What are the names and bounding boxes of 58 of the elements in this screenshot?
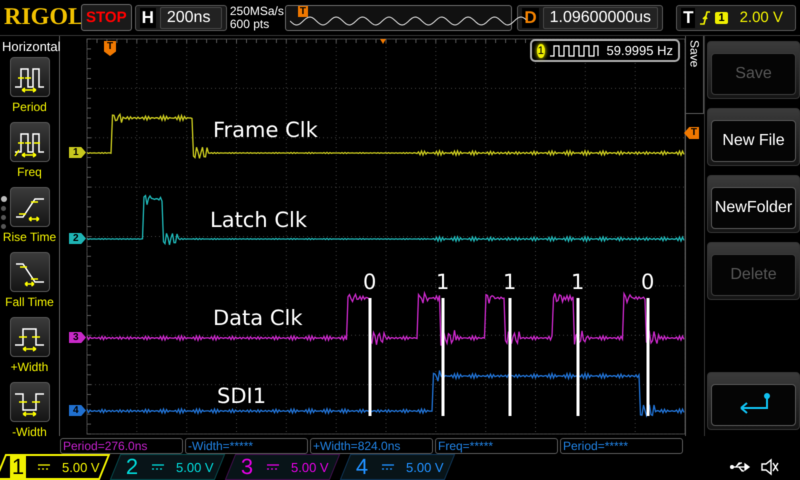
channel-scale: 5.00 V [62,460,100,474]
measurement-readout: -Width=***** [185,438,308,454]
channel-tab[interactable]: 2 5.00 V [110,454,226,480]
delay-label: D [522,8,539,28]
trace-label: Data Clk [213,306,302,330]
measure-label: Fall Time [5,295,54,309]
delay-value: 1.09600000us [542,6,658,28]
bit-value: 0 [641,270,654,294]
trigger-level-marker: T [684,127,699,139]
trace-label: Frame Clk [213,118,318,142]
measure-label: Period [12,100,47,114]
channel-tab[interactable]: 4 5.00 V [340,454,456,480]
channel-marker[interactable]: 4 [69,405,86,416]
bit-value: 0 [363,270,376,294]
bit-value: 1 [436,270,450,294]
bit-value: 1 [503,270,516,294]
measurement-readout: Period=***** [560,438,683,454]
trace-label: SDI1 [217,384,266,408]
trace-label: Latch Clk [210,208,307,232]
measurement-readout: +Width=824.0ns [310,438,433,454]
menu-title: Horizontal [2,39,59,54]
measurement-readout: Freq=***** [435,438,558,454]
menu-button[interactable]: New File [711,120,796,162]
measure-label: -Width [12,425,47,439]
menu-title: Save [688,40,702,68]
timebase-panel[interactable]: H 200ns [134,4,227,30]
measure-label: +Width [10,360,48,374]
channel-number: 1 [10,454,26,480]
trigger-position-marker: T [298,6,308,16]
channel-scale: 5.00 V [176,460,214,474]
channel-tab[interactable]: 3 5.00 V [224,454,340,480]
channel-badge: 1 [537,44,544,58]
channel-marker[interactable]: 3 [69,332,86,343]
bit-value: 1 [571,270,584,294]
timebase-label: H [140,8,156,28]
channel-number: 3 [240,454,254,480]
timebase-value: 200ns [160,6,222,28]
measurement-readout: Period=276.0ns [60,438,183,454]
trigger-position-marker: T [104,41,116,56]
memory-depth: 600 pts [230,18,270,30]
menu-button[interactable]: NewFolder [711,187,796,229]
sample-rate: 250MSa/s [230,4,282,18]
channel-scale: 5.00 V [406,460,444,474]
channel-number: 2 [124,454,140,480]
delay-panel[interactable]: D 1.09600000us [517,4,664,30]
trigger-label: T [681,8,696,28]
run-status[interactable]: STOP [81,4,132,31]
trigger-source-badge: 1 [715,12,728,24]
channel-marker[interactable]: 2 [69,233,86,244]
channel-number: 4 [354,454,370,480]
trigger-panel[interactable]: T 1 2.00 V [676,4,796,30]
frequency-value: 59.9995 Hz [606,43,673,58]
channel-tab[interactable]: 1 5.00 V [0,454,110,480]
channel-scale: 5.00 V [291,460,329,474]
channel-marker[interactable]: 1 [69,147,86,158]
trigger-level: 2.00 V [740,9,783,26]
measure-label: Freq [17,165,42,179]
measure-label: Rise Time [2,230,56,244]
